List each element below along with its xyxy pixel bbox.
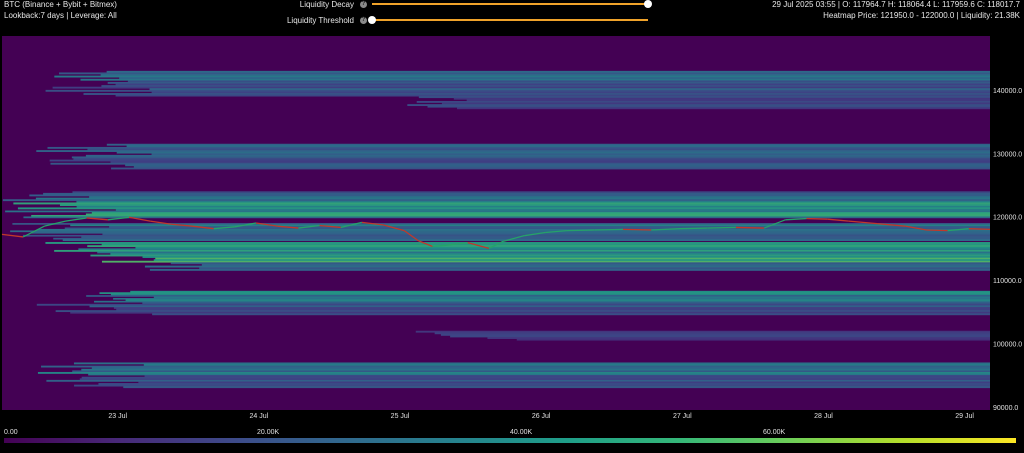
price-line-segment (968, 228, 991, 230)
x-tick-label: 27 Jul (673, 413, 692, 420)
liquidity-band (152, 313, 990, 316)
y-tick-label: 140000.0 (993, 88, 1022, 95)
liquidation-heatmap-chart: 140000.0 130000.0 120000.0 110000.0 100000.0… (1, 36, 1022, 420)
liquidity-band (149, 268, 990, 271)
colorbar-tick-label: 40.00K (510, 429, 533, 436)
y-tick-label: 120000.0 (993, 215, 1022, 222)
x-tick-label: 24 Jul (250, 413, 269, 420)
colorbar-tick-label: 20.00K (257, 429, 280, 436)
x-tick-label: 23 Jul (108, 413, 127, 420)
price-line-segment (566, 229, 595, 232)
liquidity-band (456, 107, 991, 110)
price-line-segment (679, 227, 708, 230)
x-tick-label: 26 Jul (532, 413, 551, 420)
x-tick-label: 29 Jul (955, 413, 974, 420)
price-line-segment (623, 228, 652, 231)
liquidity-band (111, 167, 991, 170)
liquidity-band (23, 216, 990, 219)
x-tick-label: 28 Jul (814, 413, 833, 420)
price-line-segment (806, 217, 828, 220)
price-line-segment (707, 226, 736, 229)
y-tick-label: 100000.0 (993, 341, 1022, 348)
liquidity-band (123, 386, 991, 389)
price-line-segment (594, 228, 624, 231)
liquidity-band (62, 239, 990, 242)
price-line-segment (926, 229, 948, 232)
price-line-segment (735, 226, 765, 229)
liquidity-colorbar (4, 438, 1016, 443)
liquidity-band (516, 338, 990, 341)
y-tick-label: 110000.0 (993, 278, 1022, 285)
colorbar-tick-label: 0.00 (4, 429, 18, 436)
y-tick-label: 130000.0 (993, 151, 1022, 158)
x-tick-label: 25 Jul (391, 413, 410, 420)
colorbar-tick-label: 60.00K (763, 429, 786, 436)
y-tick-label: 90000.0 (993, 405, 1018, 412)
